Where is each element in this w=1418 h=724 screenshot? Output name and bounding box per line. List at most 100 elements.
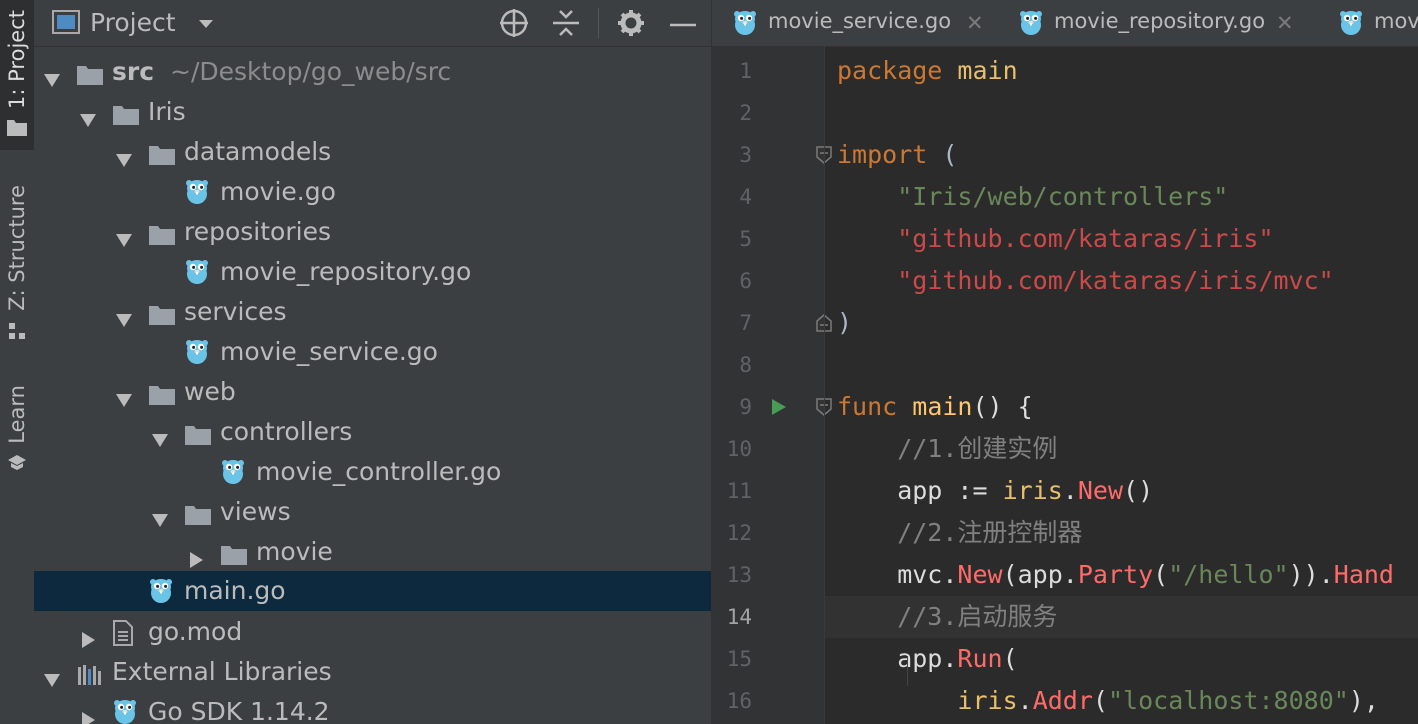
folder-icon [148, 219, 176, 245]
editor-tab[interactable]: movi [1318, 0, 1418, 46]
editor-tab[interactable]: movie_repository.go ✕ [998, 0, 1318, 46]
project-view-icon [52, 10, 80, 34]
code-token: //2.注册控制器 [837, 518, 1083, 547]
file-icon [112, 618, 140, 646]
close-icon[interactable]: ✕ [1276, 11, 1294, 35]
line-number: 13 [726, 563, 752, 587]
chevron-right-icon[interactable] [186, 542, 206, 568]
chevron-right-icon[interactable] [78, 702, 98, 724]
chevron-down-icon[interactable] [114, 222, 134, 247]
code-token: ( [1002, 644, 1018, 673]
chevron-down-icon[interactable] [78, 102, 98, 127]
code-token: ) [837, 308, 853, 337]
code-token: app := [837, 476, 1003, 505]
line-number: 1 [739, 59, 752, 83]
tool-tab-project[interactable]: 1: Project [0, 0, 34, 150]
folder-icon [76, 59, 104, 85]
tree-row-folder-web[interactable]: web [34, 372, 711, 412]
gopher-icon [112, 697, 140, 724]
code-token: "Iris/web/controllers" [897, 182, 1229, 211]
code-line: app := iris.New() [837, 470, 1153, 512]
code-token: "localhost:8080" [1107, 686, 1349, 715]
code-token: Hand [1333, 560, 1394, 589]
tree-row-label: movie_service.go [220, 337, 438, 366]
line-number: 14 [726, 605, 752, 629]
tree-row-label: go.mod [148, 617, 243, 646]
tree-row-label: datamodels [184, 137, 332, 166]
code-token: Addr [1032, 686, 1093, 715]
crosshair-icon [500, 9, 528, 37]
code-line: //3.启动服务 [837, 596, 1057, 638]
code-token: "github.com/kataras/iris" [897, 224, 1274, 253]
code-token: () { [972, 392, 1033, 421]
tree-row-file-main-go[interactable]: main.go [34, 571, 711, 611]
tree-row-label: views [220, 497, 291, 526]
tree-row-label: repositories [184, 217, 331, 246]
locate-file-button[interactable] [497, 6, 531, 40]
code-line: mvc.New(app.Party("/hello")).Hand [837, 554, 1394, 596]
code-token: //1.创建实例 [837, 434, 1058, 463]
tree-row-label: movie_repository.go [220, 257, 472, 286]
code-line: app.Run( [837, 638, 1018, 680]
code-token: . [1062, 476, 1078, 505]
tree-row-go-sdk[interactable]: Go SDK 1.14.2 [34, 692, 711, 724]
chevron-down-icon[interactable] [114, 142, 134, 167]
tree-row-folder-repositories[interactable]: repositories [34, 212, 711, 252]
gopher-icon [220, 457, 248, 484]
gear-icon [618, 10, 644, 36]
tree-row-external-libraries[interactable]: External Libraries [34, 652, 711, 692]
code-token: ( [927, 140, 958, 169]
run-icon[interactable] [770, 398, 788, 416]
code-token: () [1123, 476, 1154, 505]
tool-tab-structure[interactable]: Z: Structure [0, 185, 34, 355]
tree-row-file-go-mod[interactable]: go.mod [34, 612, 711, 652]
tree-row-label: controllers [220, 417, 353, 446]
tree-row-folder-services[interactable]: services [34, 292, 711, 332]
tree-row-folder-movie[interactable]: movie [34, 532, 711, 572]
code-line: //1.创建实例 [837, 428, 1057, 470]
chevron-down-icon[interactable] [114, 382, 134, 407]
tree-row-file-movie-controller-go[interactable]: movie_controller.go [34, 452, 711, 492]
tree-row-folder-views[interactable]: views [34, 492, 711, 532]
chevron-down-icon[interactable] [42, 62, 62, 87]
editor-gutter: 1 2 3 4 5 6 7 8 9 10 11 12 13 14 15 16 [712, 46, 832, 724]
tree-row-folder-iris[interactable]: Iris [34, 92, 711, 132]
chevron-down-icon[interactable] [42, 662, 62, 687]
settings-button[interactable] [614, 6, 648, 40]
tree-row-label: services [184, 297, 287, 326]
chevron-down-icon[interactable] [114, 302, 134, 327]
code-token: ( [1092, 686, 1108, 715]
code-line: "github.com/kataras/iris/mvc" [837, 260, 1334, 302]
tree-row-file-movie-repository-go[interactable]: movie_repository.go [34, 252, 711, 292]
hide-panel-button[interactable] [666, 6, 700, 40]
chevron-down-icon[interactable] [150, 502, 170, 527]
tree-row-file-movie-service-go[interactable]: movie_service.go [34, 332, 711, 372]
tree-row-folder-controllers[interactable]: controllers [34, 412, 711, 452]
tree-row-file-movie-go[interactable]: movie.go [34, 172, 711, 212]
code-token: "/hello" [1168, 560, 1289, 589]
tree-row-folder-src[interactable]: src ~/Desktop/go_web/src [34, 52, 711, 92]
editor-tab[interactable]: movie_service.go ✕ [712, 0, 998, 46]
gopher-icon [732, 8, 758, 36]
learn-icon [8, 454, 26, 470]
code-token: . [942, 560, 958, 589]
indent-guide [907, 656, 908, 686]
editor-tab-label: movi [1374, 9, 1418, 33]
editor-tab-bar: movie_service.go✕movie_repository.go✕mov… [712, 0, 1418, 47]
tree-row-folder-datamodels[interactable]: datamodels [34, 132, 711, 172]
chevron-right-icon[interactable] [78, 622, 98, 648]
editor-tab-label: movie_service.go [768, 9, 952, 33]
chevron-down-icon[interactable] [150, 422, 170, 447]
code-token: "github.com/kataras/iris/mvc" [897, 266, 1334, 295]
collapse-all-button[interactable] [549, 6, 583, 40]
library-icon [76, 659, 104, 685]
tool-tab-learn[interactable]: Learn [0, 385, 34, 495]
project-panel: Project src ~/Desktop/go_web/src Iris datam… [34, 0, 711, 724]
close-icon[interactable]: ✕ [966, 11, 984, 35]
chevron-down-icon[interactable] [198, 18, 214, 30]
collapse-all-icon [553, 10, 579, 36]
code-line: iris.Addr("localhost:8080"), [837, 680, 1379, 722]
